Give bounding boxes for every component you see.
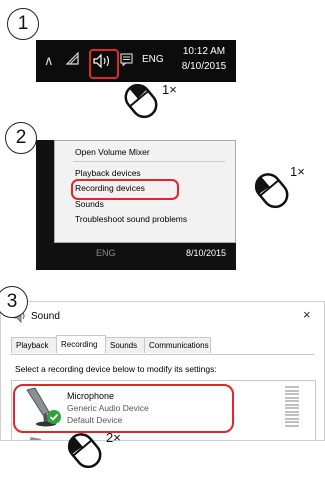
mouse-right-click-icon <box>118 80 164 127</box>
behind-taskbar-date: 8/10/2015 <box>186 248 227 258</box>
speaker-highlight <box>89 49 119 79</box>
sound-dialog: Sound × Playback Recording Sounds Commun… <box>0 301 325 441</box>
tab-recording[interactable]: Recording <box>56 335 106 353</box>
clock-time[interactable]: 10:12 AM <box>176 46 232 57</box>
clock-date[interactable]: 8/10/2015 <box>176 61 232 72</box>
context-menu-area: Open Volume Mixer Playback devices Recor… <box>36 140 236 270</box>
mouse-double-click-icon <box>60 428 110 479</box>
close-icon[interactable]: × <box>303 307 311 322</box>
language-indicator[interactable]: ENG <box>142 54 164 65</box>
microphone-highlight <box>13 384 234 433</box>
step-2-click-count: 1× <box>290 164 305 179</box>
menu-item-troubleshoot[interactable]: Troubleshoot sound problems <box>75 214 187 224</box>
behind-taskbar-language: ENG <box>96 248 116 258</box>
chevron-up-icon[interactable]: ∧ <box>44 53 54 69</box>
tab-sounds[interactable]: Sounds <box>105 337 145 353</box>
second-device-icon <box>25 432 47 440</box>
step-1-number: 1 <box>17 13 29 34</box>
menu-item-playback-devices[interactable]: Playback devices <box>75 168 141 178</box>
recording-devices-highlight <box>71 179 179 200</box>
network-wifi-icon[interactable] <box>65 51 80 69</box>
level-meter <box>285 386 299 428</box>
tab-strip: Playback Recording Sounds Communications <box>11 335 314 355</box>
menu-item-sounds[interactable]: Sounds <box>75 199 104 209</box>
step-3-click-count: 2× <box>106 430 121 445</box>
step-3-number: 3 <box>6 291 18 312</box>
taskbar: ∧ ENG 10:12 AM 8/10/2015 <box>36 40 236 82</box>
volume-context-menu: Open Volume Mixer Playback devices Recor… <box>54 140 236 243</box>
tab-playback[interactable]: Playback <box>11 337 57 353</box>
dialog-title: Sound <box>31 311 60 322</box>
step-2-number: 2 <box>15 127 27 148</box>
tab-communications[interactable]: Communications <box>144 337 211 353</box>
menu-item-open-volume-mixer[interactable]: Open Volume Mixer <box>75 147 150 157</box>
step-2-badge: 2 <box>5 122 37 154</box>
step-1-badge: 1 <box>7 8 39 40</box>
instruction-text: Select a recording device below to modif… <box>15 364 217 374</box>
action-center-icon[interactable] <box>120 53 133 69</box>
step-1-click-count: 1× <box>162 82 177 97</box>
menu-separator <box>73 161 225 162</box>
